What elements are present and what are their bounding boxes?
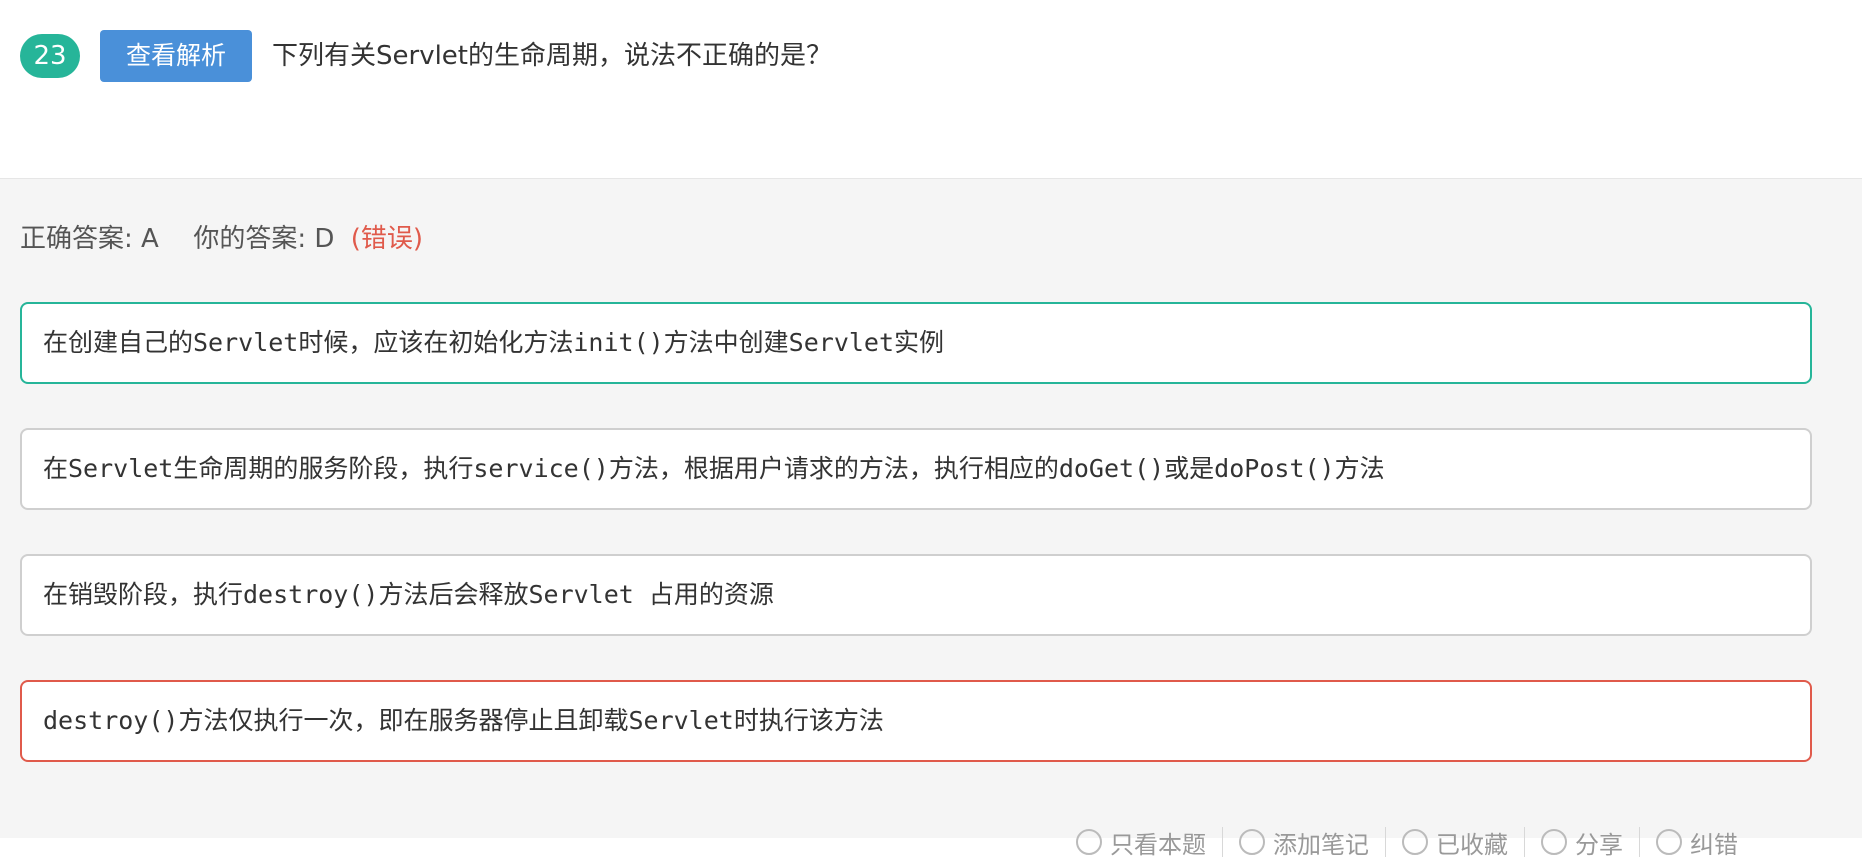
- toolbar-label: 纠错: [1690, 830, 1738, 859]
- question-header: 23 查看解析 下列有关Servlet的生命周期，说法不正确的是？: [0, 0, 1862, 179]
- share-icon: [1541, 829, 1567, 855]
- answer-result-line: 正确答案: A 你的答案: D (错误): [20, 219, 423, 259]
- question-number-badge: 23: [20, 34, 80, 78]
- toolbar-share[interactable]: 分享: [1524, 827, 1639, 859]
- answer-area: 正确答案: A 你的答案: D (错误) 在创建自己的Servlet时候，应该在…: [0, 179, 1862, 859]
- star-icon: [1402, 829, 1428, 855]
- eye-icon: [1076, 829, 1102, 855]
- toolbar-favorited[interactable]: 已收藏: [1385, 827, 1524, 859]
- toolbar-label: 只看本题: [1110, 830, 1206, 859]
- toolbar-label: 分享: [1575, 830, 1623, 859]
- your-answer-value: D: [314, 224, 335, 254]
- option-c[interactable]: 在销毁阶段，执行destroy()方法后会释放Servlet 占用的资源: [20, 554, 1812, 636]
- correct-answer-label: 正确答案:: [20, 224, 133, 254]
- toolbar-label: 已收藏: [1436, 830, 1508, 859]
- your-answer-label: 你的答案:: [193, 224, 307, 254]
- toolbar-label: 添加笔记: [1273, 830, 1369, 859]
- option-d[interactable]: destroy()方法仅执行一次，即在服务器停止且卸载Servlet时执行该方法: [20, 680, 1812, 762]
- question-text: 下列有关Servlet的生命周期，说法不正确的是？: [272, 41, 832, 71]
- option-b[interactable]: 在Servlet生命周期的服务阶段，执行service()方法，根据用户请求的方…: [20, 428, 1812, 510]
- toolbar-report-error[interactable]: 纠错: [1639, 827, 1754, 859]
- correct-answer-value: A: [141, 224, 159, 254]
- view-analysis-button[interactable]: 查看解析: [100, 30, 252, 82]
- question-toolbar: 只看本题 添加笔记 已收藏 分享 纠错: [1060, 822, 1754, 862]
- toolbar-add-note[interactable]: 添加笔记: [1222, 827, 1385, 859]
- option-a[interactable]: 在创建自己的Servlet时候，应该在初始化方法init()方法中创建Servl…: [20, 302, 1812, 384]
- answer-status: (错误): [350, 224, 423, 254]
- note-icon: [1239, 829, 1265, 855]
- toolbar-only-this-question[interactable]: 只看本题: [1060, 827, 1222, 859]
- flag-icon: [1656, 829, 1682, 855]
